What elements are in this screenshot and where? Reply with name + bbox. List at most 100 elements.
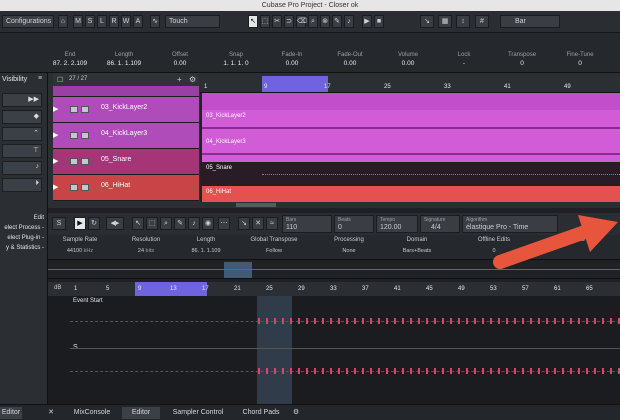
project-ruler[interactable]: 1 9 17 25 33 41 49 [200,73,620,93]
select-plugin-menu[interactable]: elect Plug-in - [0,235,46,241]
range-tool-icon[interactable]: ⬚ [146,217,158,230]
range-tool-icon[interactable]: ⬚ [260,15,270,28]
info-length[interactable]: Length 86. 1. 1.109 [104,33,144,73]
info-fade-in[interactable]: Fade-In 0.00 [272,33,312,73]
quantize-icon[interactable]: # [475,15,489,28]
domain-field[interactable]: Domain Bars+Beats [384,237,450,259]
solo-button[interactable] [81,106,89,113]
bars-field[interactable]: Bars 110 [282,215,332,233]
left-zone-slot-2[interactable]: ◆ [2,110,42,124]
audio-event[interactable]: 03_KickLayer2 [202,110,620,136]
track-row-partial[interactable] [53,86,199,97]
tab-chord-pads[interactable]: Chord Pads [236,407,286,419]
left-zone-editor-tab[interactable]: Editor [0,407,22,419]
mute-button[interactable] [70,132,78,139]
info-offset[interactable]: Offset 0.00 [160,33,200,73]
draw-tool-icon[interactable]: ✎ [174,217,186,230]
nudge-icon[interactable]: ↕ [456,15,470,28]
musical-mode-icon[interactable]: ≈ [266,217,278,230]
waveform-icon[interactable]: ∿ [150,15,160,28]
left-zone-slot-5[interactable]: ♪ [2,161,42,175]
erase-tool-icon[interactable]: ⌫ [296,15,307,28]
loop-icon[interactable]: ↻ [88,217,100,230]
mute-tool-icon[interactable]: ⊗ [320,15,330,28]
hitpoint-icon[interactable]: ⋯ [218,217,230,230]
tab-editor[interactable]: Editor [122,407,160,419]
tab-sampler-control[interactable]: Sampler Control [165,407,231,419]
speaker-tool-icon[interactable]: ♪ [344,15,354,28]
tempo-field[interactable]: Tempo 120.00 [376,215,418,233]
info-fade-out[interactable]: Fade-Out 0.00 [330,33,370,73]
track-name[interactable]: 05_Snare [101,156,131,163]
mode-button-l[interactable]: L [97,15,107,28]
info-transpose[interactable]: Transpose 0 [502,33,542,73]
signature-field[interactable]: Signature 4/4 [420,215,460,233]
project-event-display[interactable]: 1 9 17 25 33 41 49 03_KickLayer2 04_Kick… [200,73,620,208]
split-tool-icon[interactable]: ✂ [272,15,282,28]
solo-button[interactable] [81,132,89,139]
play-triangle-icon[interactable]: ▶ [53,105,58,113]
sample-editor-ruler[interactable]: dB 1 5 9 13 17 21 25 29 33 37 41 45 49 5… [48,282,620,296]
info-fine-tune[interactable]: Fine-Tune 0 [560,33,600,73]
automation-mode-dropdown[interactable]: Touch [165,15,220,28]
play-triangle-icon[interactable]: ▶ [53,157,58,165]
draw-tool-icon[interactable]: ✎ [332,15,342,28]
solo-button[interactable] [81,158,89,165]
processing-field[interactable]: Processing None [316,237,382,259]
mode-button-r[interactable]: R [109,15,119,28]
mute-button[interactable] [70,158,78,165]
left-zone-slot-6[interactable]: ⏵ [2,178,42,192]
close-icon[interactable]: ✕ [252,217,264,230]
play-triangle-icon[interactable]: ▶ [53,183,58,191]
waveform-display[interactable]: Event Start S [48,296,620,404]
solo-editor-icon[interactable]: S [52,217,66,230]
horizontal-scrollbar[interactable] [200,202,620,208]
resolution-field[interactable]: Resolution 24 bits [114,237,178,259]
close-icon[interactable]: ✕ [46,407,56,419]
info-lock[interactable]: Lock - [444,33,484,73]
solo-button[interactable] [81,184,89,191]
cycle-range[interactable] [262,76,328,92]
add-track-icon[interactable]: + [177,75,182,84]
grid-type-dropdown[interactable]: Bar [500,15,560,28]
mode-button-s[interactable]: S [85,15,95,28]
configurations-dropdown[interactable]: Configurations [2,15,54,28]
mode-button-a[interactable]: A [133,15,143,28]
pointer-tool-icon[interactable]: ↖ [248,15,258,28]
track-row[interactable]: ▶ 06_HiHat [53,175,199,201]
audio-event[interactable]: 05_Snare [202,162,620,186]
global-transpose-field[interactable]: Global Transpose Follow [234,237,314,259]
glue-tool-icon[interactable]: ⊃ [284,15,294,28]
scrub-tool-icon[interactable]: ◉ [202,217,214,230]
event-lane-partial[interactable] [202,93,620,110]
home-icon[interactable]: ⌂ [58,15,68,28]
statistics-menu[interactable]: y & Statistics - [0,245,46,251]
left-zone-slot-3[interactable]: ⌃ [2,127,42,141]
audio-event[interactable]: 06_HiHat [202,186,620,202]
tab-mixconsole[interactable]: MixConsole [62,407,122,419]
track-row[interactable]: ▶ 05_Snare [53,149,199,175]
sample-rate-field[interactable]: Sample Rate 44100 kHz [48,237,112,259]
snap-icon[interactable]: ↘ [420,15,434,28]
beats-field[interactable]: Beats 0 [334,215,374,233]
track-row[interactable]: ▶ 03_KickLayer2 [53,97,199,123]
speaker-tool-icon[interactable]: ♪ [188,217,200,230]
grid-icon[interactable]: ▦ [438,15,452,28]
mode-button-m[interactable]: M [73,15,83,28]
info-end[interactable]: End 87. 2. 2.109 [50,33,90,73]
track-presets-icon[interactable]: ⚙ [189,75,196,84]
snap-icon[interactable]: ↘ [238,217,250,230]
play-button[interactable]: ▶ [74,217,86,230]
selection-range[interactable] [257,296,292,404]
volume-icon[interactable]: ◀▸ [106,217,124,230]
play-triangle-icon[interactable]: ▶ [53,131,58,139]
zoom-tool-icon[interactable]: ⌕ [308,15,318,28]
select-process-menu[interactable]: elect Process - [0,225,46,231]
info-snap[interactable]: Snap 1. 1. 1. 0 [216,33,256,73]
stop-icon[interactable]: ■ [374,15,384,28]
gear-icon[interactable]: ⚙ [290,407,302,419]
scrollbar-thumb[interactable] [236,203,276,207]
mute-button[interactable] [70,184,78,191]
left-zone-slot-4[interactable]: ⊤ [2,144,42,158]
pointer-tool-icon[interactable]: ↖ [132,217,144,230]
